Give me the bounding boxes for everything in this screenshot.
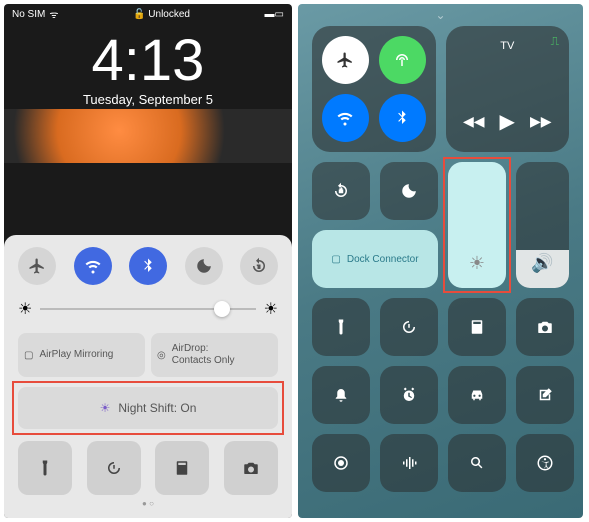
dnd-button[interactable] (380, 162, 438, 220)
bluetooth-toggle-r[interactable] (379, 94, 426, 142)
grabber-icon[interactable]: ⌄ (298, 4, 583, 26)
night-shift-button[interactable]: ☀ Night Shift: On (18, 387, 278, 429)
night-shift-label: Night Shift: On (118, 401, 196, 415)
calculator-button[interactable] (155, 441, 209, 495)
lock-status-icon: 🔓 (133, 9, 145, 20)
wifi-status-icon: ᯤ (49, 7, 58, 21)
airdrop-icon: ◎ (157, 350, 166, 361)
brightness-slider[interactable]: ☀ ☀ (18, 299, 278, 319)
media-title: TV (456, 40, 560, 52)
airplay-label: AirPlay Mirroring (39, 349, 113, 361)
compose-button[interactable] (516, 366, 574, 424)
car-button[interactable] (448, 366, 506, 424)
shortcut-row (18, 441, 278, 495)
dock-connector-button[interactable]: ▢ Dock Connector (312, 230, 438, 288)
page-dots: ● ○ (18, 499, 278, 508)
lock-status-text: Unlocked (148, 9, 190, 20)
waveform-button[interactable] (380, 434, 438, 492)
night-shift-row: ☀ Night Shift: On (18, 387, 278, 429)
airplay-button[interactable]: ▢ AirPlay Mirroring (18, 333, 145, 377)
screen-mirror-icon: ▢ (331, 254, 340, 265)
magnify-button[interactable] (448, 434, 506, 492)
connectivity-card[interactable] (312, 26, 436, 152)
record-button[interactable] (312, 434, 370, 492)
camera-button-r[interactable] (516, 298, 574, 356)
wallpaper (4, 109, 292, 163)
rotation-lock-toggle[interactable] (240, 247, 278, 285)
slider-track[interactable] (40, 308, 255, 310)
status-bar: No SIM ᯤ 🔓 Unlocked ▬▭ (4, 4, 292, 24)
timer-button[interactable] (87, 441, 141, 495)
airdrop-label: AirDrop: Contacts Only (172, 343, 235, 367)
calculator-button-r[interactable] (448, 298, 506, 356)
toggle-row (18, 247, 278, 285)
clock-time: 4:13 (4, 32, 292, 90)
airplay-icon: ▢ (24, 350, 33, 361)
cast-icon[interactable]: ⎍ (551, 34, 559, 49)
control-center-10: ☀ ☀ ▢ AirPlay Mirroring ◎ AirDrop: Conta… (4, 235, 292, 518)
volume-slider[interactable]: 🔊 (516, 162, 569, 288)
clock-date: Tuesday, September 5 (4, 92, 292, 107)
alarm-button[interactable] (380, 366, 438, 424)
carrier-text: No SIM (12, 9, 45, 20)
play-button[interactable]: ▶ (500, 109, 515, 134)
bluetooth-toggle[interactable] (129, 247, 167, 285)
ios11-screen: ⌄ ⎍ TV ◀◀ ▶ ▶▶ ▢ Dock Connector (298, 4, 583, 518)
night-shift-icon: ☀ (100, 401, 111, 415)
speaker-icon: 🔊 (531, 253, 553, 274)
wifi-toggle[interactable] (74, 247, 112, 285)
wifi-toggle-r[interactable] (322, 94, 369, 142)
silent-button[interactable] (312, 366, 370, 424)
accessibility-button[interactable] (516, 434, 574, 492)
prev-button[interactable]: ◀◀ (463, 113, 485, 130)
next-button[interactable]: ▶▶ (530, 113, 552, 130)
lock-screen: 4:13 Tuesday, September 5 (4, 24, 292, 109)
ios10-screen: No SIM ᯤ 🔓 Unlocked ▬▭ 4:13 Tuesday, Sep… (4, 4, 292, 518)
airplane-toggle-r[interactable] (322, 36, 369, 84)
camera-button[interactable] (224, 441, 278, 495)
timer-button-r[interactable] (380, 298, 438, 356)
shortcut-grid (298, 298, 583, 504)
brightness-wrapper: ☀ (448, 162, 506, 288)
airdrop-button[interactable]: ◎ AirDrop: Contacts Only (151, 333, 278, 377)
slider-thumb[interactable] (214, 301, 230, 317)
sun-low-icon: ☀ (18, 299, 32, 319)
media-card[interactable]: ⎍ TV ◀◀ ▶ ▶▶ (446, 26, 570, 152)
dock-label: Dock Connector (347, 254, 419, 265)
airplane-toggle[interactable] (18, 247, 56, 285)
rotation-lock-button[interactable] (312, 162, 370, 220)
sun-high-icon: ☀ (264, 299, 278, 319)
dnd-toggle[interactable] (185, 247, 223, 285)
flashlight-button[interactable] (18, 441, 72, 495)
battery-icon: ▬▭ (265, 9, 284, 20)
cellular-toggle[interactable] (379, 36, 426, 84)
flashlight-button-r[interactable] (312, 298, 370, 356)
brightness-slider-r[interactable]: ☀ (448, 162, 506, 288)
sun-icon: ☀ (469, 253, 485, 274)
